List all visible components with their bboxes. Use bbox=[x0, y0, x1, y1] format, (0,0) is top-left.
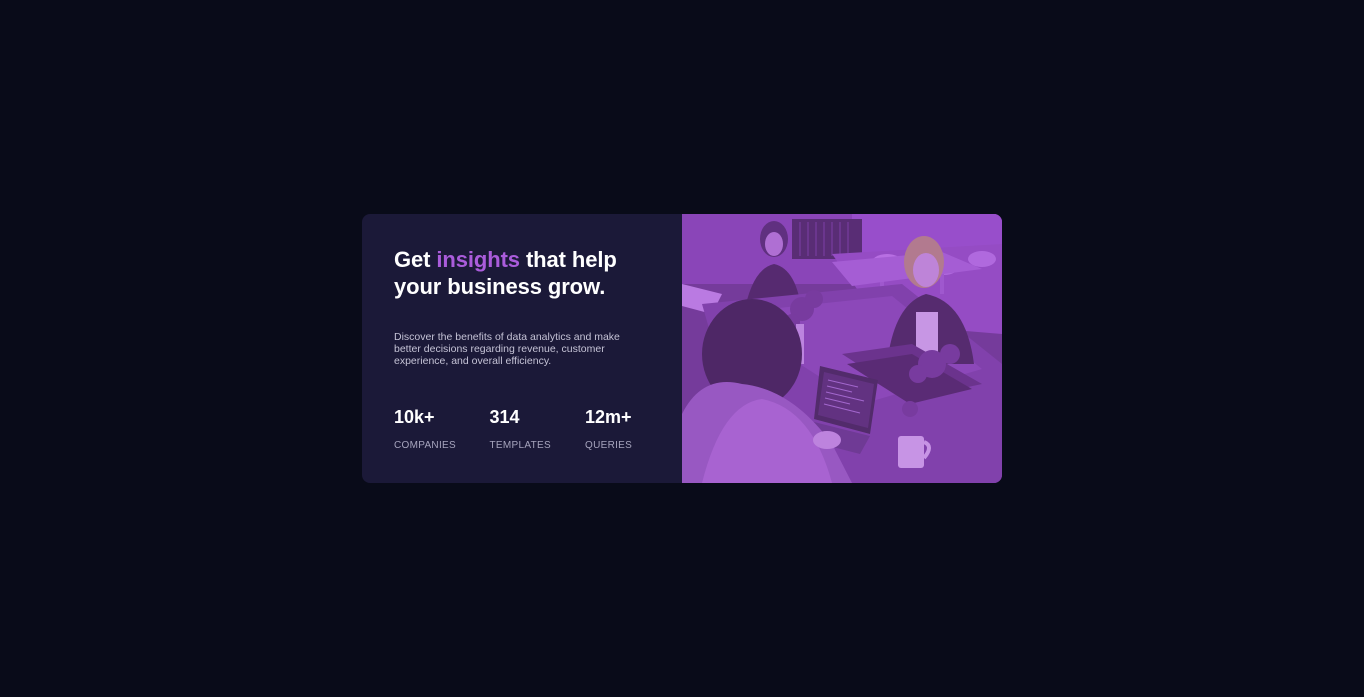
office-photo-illustration bbox=[682, 214, 1002, 483]
stat-companies: 10k+ COMPANIES bbox=[394, 406, 490, 452]
stats-row: 10k+ COMPANIES 314 TEMPLATES 12m+ QUERIE… bbox=[394, 406, 681, 452]
description-text: Discover the benefits of data analytics … bbox=[394, 331, 620, 367]
stat-value: 314 bbox=[489, 407, 520, 427]
headline: Get insights that help your business gro… bbox=[394, 246, 650, 300]
headline-prefix: Get bbox=[394, 247, 437, 272]
stat-label: QUERIES bbox=[585, 440, 633, 451]
stat-label: COMPANIES bbox=[394, 440, 456, 451]
stat-templates: 314 TEMPLATES bbox=[490, 406, 586, 452]
stats-preview-card: Get insights that help your business gro… bbox=[362, 214, 1002, 483]
stat-value: 10k+ bbox=[394, 407, 435, 427]
stat-value: 12m+ bbox=[585, 407, 632, 427]
stat-queries: 12m+ QUERIES bbox=[585, 406, 681, 452]
card-text-panel: Get insights that help your business gro… bbox=[362, 214, 682, 483]
stat-label: TEMPLATES bbox=[489, 440, 551, 451]
headline-accent: insights bbox=[436, 247, 520, 272]
header-image bbox=[682, 214, 1002, 483]
